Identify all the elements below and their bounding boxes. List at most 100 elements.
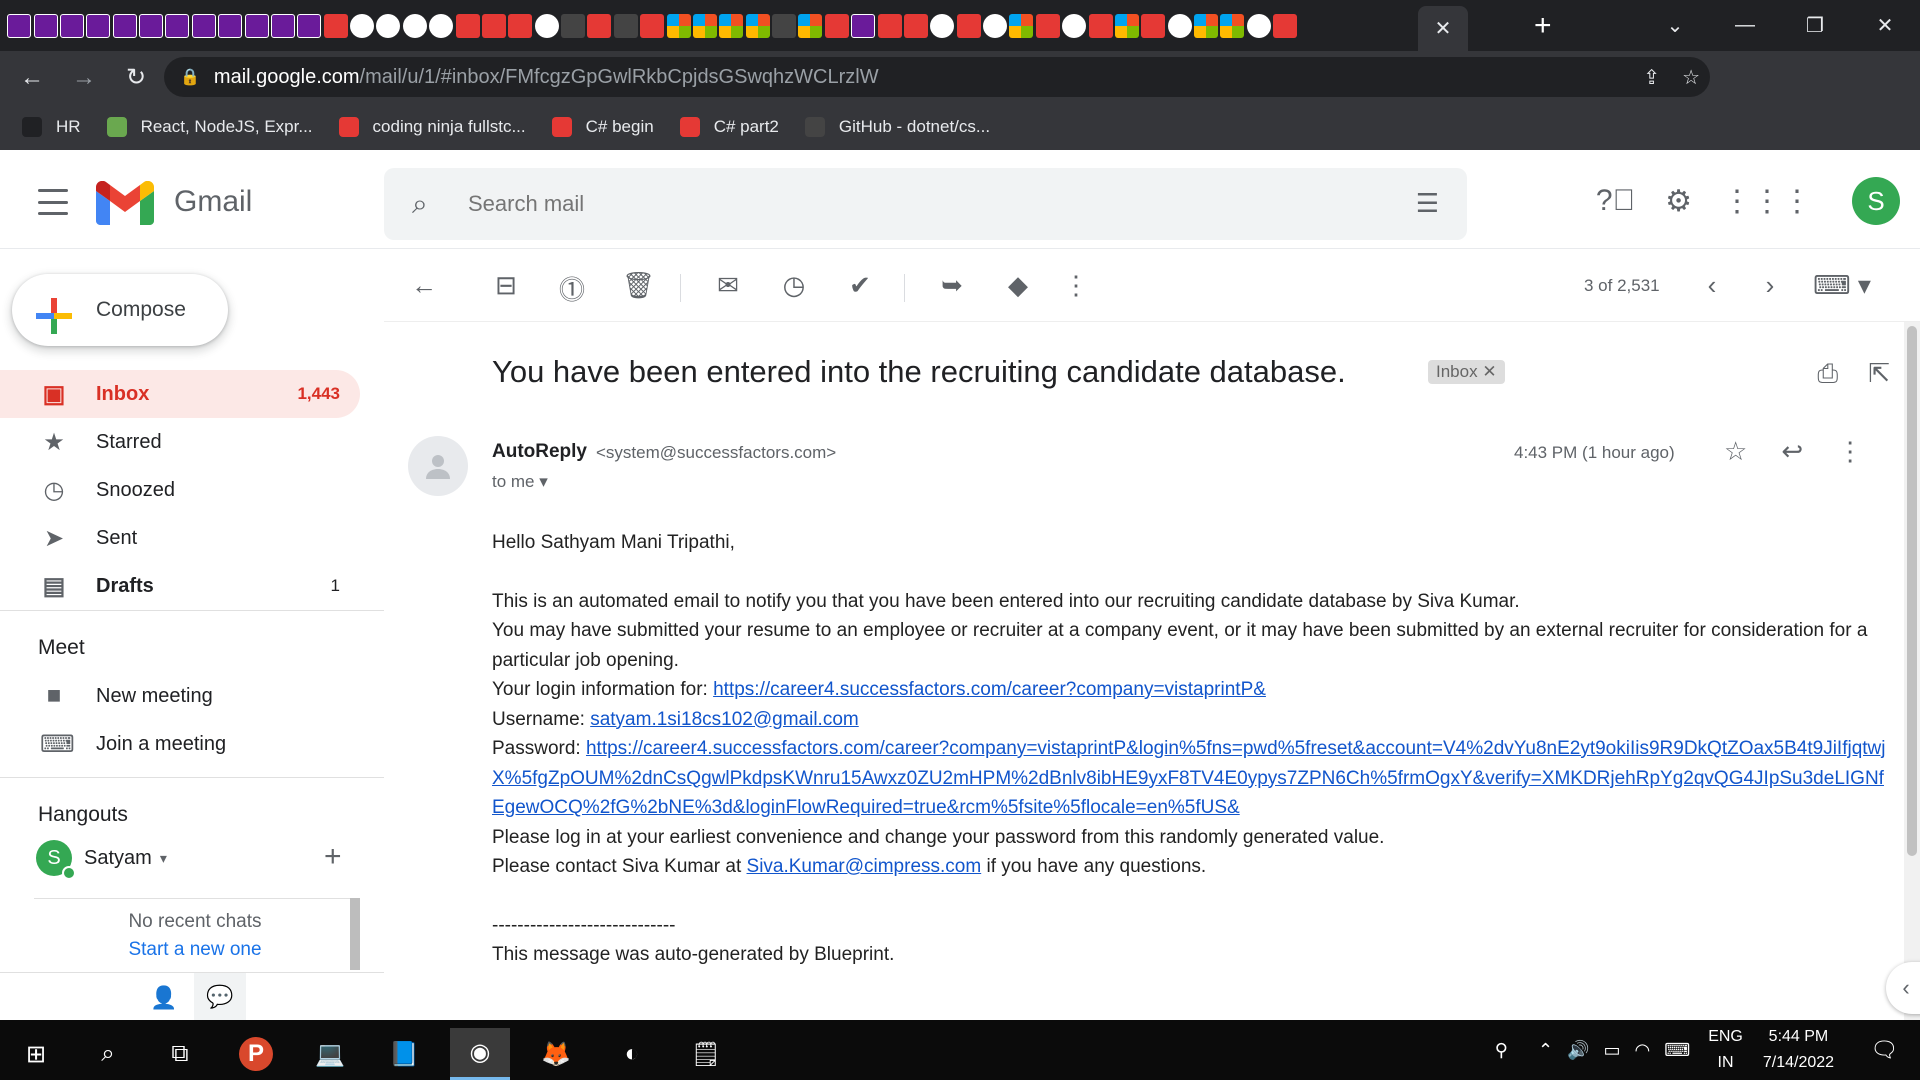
tab-favicon-icon[interactable] bbox=[824, 13, 849, 38]
password-reset-link[interactable]: https://career4.successfactors.com/caree… bbox=[492, 738, 1886, 818]
volume-icon[interactable]: 🔊 bbox=[1567, 1040, 1589, 1061]
forward-icon[interactable]: → bbox=[64, 58, 104, 98]
tab-favicon-icon[interactable] bbox=[640, 13, 665, 38]
new-meeting-button[interactable]: ■ New meeting bbox=[0, 672, 360, 720]
account-avatar[interactable]: S bbox=[1852, 177, 1900, 225]
tab-favicon-icon[interactable] bbox=[191, 13, 216, 38]
hangouts-user[interactable]: S Satyam ▾ bbox=[36, 840, 167, 880]
tab-favicon-icon[interactable] bbox=[112, 13, 137, 38]
main-menu-icon[interactable] bbox=[38, 189, 68, 215]
sidebar-item-inbox[interactable]: ▣ Inbox 1,443 bbox=[0, 370, 360, 418]
search-icon[interactable]: ⌕ bbox=[412, 188, 428, 221]
star-icon[interactable]: ☆ bbox=[1724, 436, 1747, 467]
tab-favicon-icon[interactable] bbox=[376, 13, 401, 38]
mark-unread-icon[interactable]: ✉ bbox=[712, 270, 744, 301]
newer-chevron-icon[interactable]: ‹ bbox=[1696, 270, 1728, 301]
search-bar[interactable]: ⌕ ☰ bbox=[384, 168, 1467, 240]
bookmark-star-icon[interactable]: ☆ bbox=[1682, 65, 1700, 90]
wifi-icon[interactable]: ◠ bbox=[1635, 1040, 1651, 1061]
tab-favicon-icon[interactable] bbox=[455, 13, 480, 38]
search-icon[interactable]: ⌕ bbox=[78, 1028, 138, 1080]
tab-favicon-icon[interactable] bbox=[903, 13, 928, 38]
tab-favicon-icon[interactable] bbox=[1088, 13, 1113, 38]
tab-favicon-icon[interactable] bbox=[297, 13, 322, 38]
tab-favicon-icon[interactable] bbox=[1035, 13, 1060, 38]
tab-favicon-icon[interactable] bbox=[692, 13, 717, 38]
tab-favicon-icon[interactable] bbox=[956, 13, 981, 38]
tab-favicon-icon[interactable] bbox=[481, 13, 506, 38]
tab-favicon-icon[interactable] bbox=[877, 13, 902, 38]
sidebar-item-sent[interactable]: ➤ Sent bbox=[0, 514, 360, 562]
report-spam-icon[interactable]: ⓵ bbox=[556, 270, 588, 307]
tab-favicon-icon[interactable] bbox=[86, 13, 111, 38]
print-icon[interactable]: ⎙ bbox=[1817, 358, 1838, 390]
tab-favicon-icon[interactable] bbox=[719, 13, 744, 38]
tab-search-icon[interactable]: ⌄ bbox=[1640, 0, 1710, 51]
tab-favicon-icon[interactable] bbox=[350, 13, 375, 38]
message-scrollbar[interactable] bbox=[1904, 322, 1920, 1020]
bookmark-item[interactable]: C# part2 bbox=[679, 117, 779, 137]
battery-icon[interactable]: ▭ bbox=[1603, 1040, 1620, 1061]
close-window-button[interactable]: ✕ bbox=[1850, 0, 1920, 51]
start-new-chat-link[interactable]: Start a new one bbox=[34, 939, 356, 961]
tab-favicon-icon[interactable] bbox=[33, 13, 58, 38]
tab-favicon-icon[interactable] bbox=[1009, 13, 1034, 38]
settings-gear-icon[interactable]: ⚙ bbox=[1665, 184, 1692, 219]
bookmark-item[interactable]: coding ninja fullstc... bbox=[338, 117, 526, 137]
snooze-icon[interactable]: ◷ bbox=[778, 270, 810, 301]
join-meeting-button[interactable]: ⌨ Join a meeting bbox=[0, 720, 360, 768]
compose-button[interactable]: Compose bbox=[12, 274, 228, 346]
older-chevron-icon[interactable]: › bbox=[1754, 270, 1786, 301]
tab-favicon-icon[interactable] bbox=[851, 13, 876, 38]
tab-favicon-icon[interactable] bbox=[772, 13, 797, 38]
open-new-window-icon[interactable]: ⇱ bbox=[1868, 358, 1890, 390]
tab-favicon-icon[interactable] bbox=[1167, 13, 1192, 38]
add-chat-button[interactable]: + bbox=[324, 840, 342, 874]
notifications-icon[interactable]: 🗨 bbox=[1870, 1037, 1898, 1063]
tab-favicon-icon[interactable] bbox=[587, 13, 612, 38]
tab-favicon-icon[interactable] bbox=[323, 13, 348, 38]
chevron-down-icon[interactable]: ▾ bbox=[160, 850, 167, 867]
sidebar-item-snoozed[interactable]: ◷ Snoozed bbox=[0, 466, 360, 514]
help-icon[interactable]: ?⃝ bbox=[1596, 184, 1635, 218]
inbox-label-chip[interactable]: Inbox ✕ bbox=[1428, 360, 1505, 384]
tab-favicon-icon[interactable] bbox=[983, 13, 1008, 38]
tab-favicon-icon[interactable] bbox=[1141, 13, 1166, 38]
delete-icon[interactable]: 🗑 bbox=[622, 270, 655, 301]
windows-start-icon[interactable]: ⊞ bbox=[6, 1028, 66, 1080]
tab-favicon-icon[interactable] bbox=[429, 13, 454, 38]
chrome-app-icon[interactable]: ◉ bbox=[450, 1028, 510, 1080]
active-tab[interactable]: ✕ bbox=[1418, 6, 1468, 51]
tab-favicon-icon[interactable] bbox=[270, 13, 295, 38]
recipients-toggle[interactable]: to me ▾ bbox=[492, 472, 548, 492]
clock[interactable]: 5:44 PM 7/14/2022 bbox=[1763, 1024, 1834, 1076]
edge-app-icon[interactable]: ◐ bbox=[602, 1028, 662, 1080]
postman-app-icon[interactable]: P bbox=[226, 1028, 286, 1080]
tab-favicon-icon[interactable] bbox=[930, 13, 955, 38]
task-view-icon[interactable]: ⧉ bbox=[150, 1028, 210, 1080]
bookmark-item[interactable]: React, NodeJS, Expr... bbox=[106, 117, 313, 137]
new-tab-button[interactable]: + bbox=[1534, 9, 1552, 43]
tool-app-icon[interactable]: 🗒 bbox=[676, 1028, 736, 1080]
apps-grid-icon[interactable]: ⋮⋮⋮ bbox=[1722, 184, 1812, 219]
search-input[interactable] bbox=[468, 186, 1268, 222]
login-link[interactable]: https://career4.successfactors.com/caree… bbox=[713, 679, 1266, 700]
archive-icon[interactable]: ⊟ bbox=[490, 270, 522, 301]
search-options-icon[interactable]: ☰ bbox=[1416, 188, 1439, 219]
firefox-app-icon[interactable]: 🦊 bbox=[526, 1028, 586, 1080]
tab-favicon-icon[interactable] bbox=[165, 13, 190, 38]
reload-icon[interactable]: ↻ bbox=[116, 58, 156, 98]
more-options-icon[interactable]: ⋮ bbox=[1060, 270, 1092, 301]
tab-favicon-icon[interactable] bbox=[139, 13, 164, 38]
tab-favicon-icon[interactable] bbox=[1062, 13, 1087, 38]
close-tab-icon[interactable]: ✕ bbox=[1435, 16, 1452, 41]
tab-favicon-icon[interactable] bbox=[244, 13, 269, 38]
tab-favicon-icon[interactable] bbox=[613, 13, 638, 38]
bookmark-item[interactable]: GitHub - dotnet/cs... bbox=[804, 117, 990, 137]
touch-keyboard-icon[interactable]: ⌨ bbox=[1664, 1040, 1690, 1061]
remove-label-icon[interactable]: ✕ bbox=[1482, 362, 1496, 381]
tab-favicon-icon[interactable] bbox=[745, 13, 770, 38]
people-icon[interactable]: ⚲ bbox=[1495, 1040, 1508, 1061]
reply-icon[interactable]: ↩ bbox=[1781, 436, 1803, 467]
move-to-icon[interactable]: ➥ bbox=[936, 270, 968, 301]
